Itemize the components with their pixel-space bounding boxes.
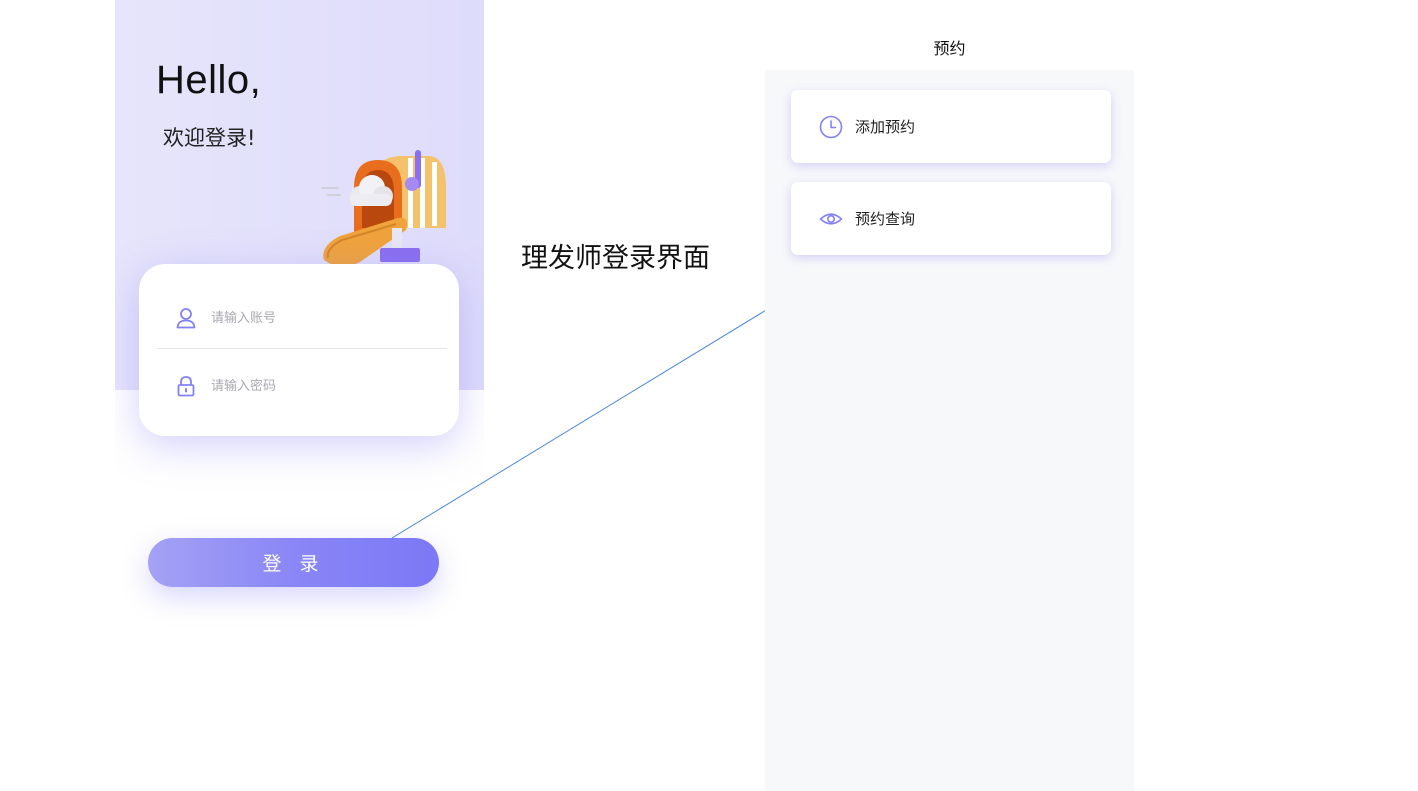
eye-icon xyxy=(819,207,843,231)
appointment-page-title: 预约 xyxy=(933,39,966,58)
clock-icon xyxy=(819,115,843,139)
query-appointment-label: 预约查询 xyxy=(855,210,916,228)
login-screen: Hello, 欢迎登录! 请输入账号 登 录 xyxy=(115,0,484,791)
screen-caption: 理发师登录界面 xyxy=(521,243,710,274)
add-appointment-label: 添加预约 xyxy=(855,118,916,136)
account-input[interactable] xyxy=(209,309,433,327)
welcome-subtitle: 欢迎登录! xyxy=(163,126,256,150)
query-appointment-card[interactable]: 预约查询 xyxy=(791,182,1111,255)
mailbox-illustration xyxy=(321,150,446,267)
user-icon xyxy=(175,307,197,329)
greeting-title: Hello, xyxy=(156,58,262,102)
password-input[interactable] xyxy=(209,377,433,395)
lock-icon xyxy=(175,375,197,397)
appointment-screen: 添加预约 预约查询 xyxy=(765,70,1134,791)
account-field xyxy=(157,288,447,349)
login-form-card xyxy=(139,264,459,436)
add-appointment-card[interactable]: 添加预约 xyxy=(791,90,1111,163)
password-field xyxy=(157,354,447,418)
login-button[interactable]: 登 录 xyxy=(148,538,439,587)
